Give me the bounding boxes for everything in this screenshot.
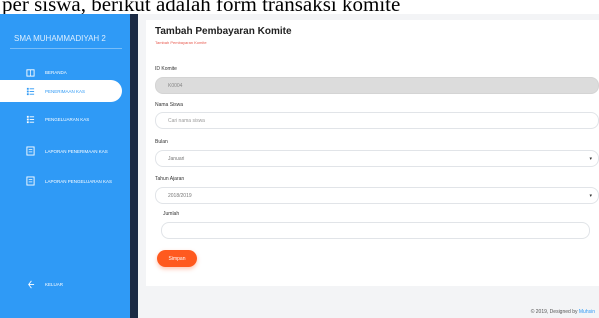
home-icon	[23, 65, 37, 79]
id-komite-field: K0004	[155, 77, 599, 94]
nama-siswa-field[interactable]	[155, 112, 599, 129]
sidebar-item-label: PENERIMAAN KAS	[45, 88, 86, 94]
jumlah-input[interactable]	[174, 227, 589, 234]
bulan-value: Januari	[168, 155, 185, 162]
tahun-ajaran-label: Tahun Ajaran	[155, 176, 185, 182]
sidebar-item-laporan-penerimaan-kas[interactable]: LAPORAN PENERIMAAN KAS	[0, 140, 122, 162]
sidebar-item-label: LAPORAN PENERIMAAN KAS	[45, 148, 108, 154]
brand-divider	[10, 48, 122, 49]
form-card: Tambah Pembayaran Komite Tambah Pembayar…	[146, 20, 599, 286]
sidebar: SMA MUHAMMADIYAH 2 BERANDA PENERIMAAN KA…	[0, 0, 130, 318]
bulan-select[interactable]: Januari ▾	[155, 150, 599, 167]
nama-siswa-input[interactable]	[168, 117, 598, 124]
footer-author-link[interactable]: Muhsin	[579, 309, 595, 315]
id-komite-value: K0004	[168, 82, 183, 89]
list-icon	[23, 84, 37, 98]
sidebar-item-label: KELUAR	[45, 281, 64, 287]
chevron-down-icon: ▾	[589, 156, 592, 162]
footer: © 2019, Designed by Muhsin	[531, 309, 595, 315]
sidebar-item-pengeluaran-kas[interactable]: PENGELUARAN KAS	[0, 108, 122, 130]
list-icon	[23, 112, 37, 126]
document-text-fragment: per siswa, berikut adalah form transaksi…	[0, 0, 599, 14]
chevron-down-icon: ▾	[589, 193, 592, 199]
sidebar-item-label: PENGELUARAN KAS	[45, 116, 90, 122]
jumlah-label: Jumlah	[163, 211, 180, 217]
tahun-ajaran-select[interactable]: 2018/2019 ▾	[155, 187, 599, 204]
simpan-button[interactable]: Simpan	[157, 250, 197, 267]
sidebar-item-penerimaan-kas[interactable]: PENERIMAAN KAS	[0, 80, 122, 102]
brand-name: SMA MUHAMMADIYAH 2	[14, 34, 106, 43]
page-title: Tambah Pembayaran Komite	[155, 26, 292, 37]
main-content: Tambah Pembayaran Komite Tambah Pembayar…	[138, 14, 599, 318]
jumlah-field[interactable]	[161, 222, 590, 239]
report-icon	[23, 144, 37, 158]
page-subtitle: Tambah Pembayaran Komite	[155, 40, 207, 45]
report-icon	[23, 174, 37, 188]
sidebar-item-keluar[interactable]: KELUAR	[0, 273, 122, 295]
id-komite-label: ID Komite	[155, 66, 177, 72]
logout-icon	[23, 277, 37, 291]
footer-prefix: © 2019, Designed by	[530, 309, 578, 315]
sidebar-item-label: BERANDA	[45, 69, 67, 75]
sidebar-edge	[130, 0, 138, 318]
bulan-label: Bulan	[155, 139, 168, 145]
nama-siswa-label: Nama Siswa	[155, 102, 184, 108]
sidebar-item-label: LAPORAN PENGELUARAN KAS	[45, 178, 113, 184]
tahun-ajaran-value: 2018/2019	[168, 192, 192, 199]
sidebar-item-laporan-pengeluaran-kas[interactable]: LAPORAN PENGELUARAN KAS	[0, 170, 122, 192]
